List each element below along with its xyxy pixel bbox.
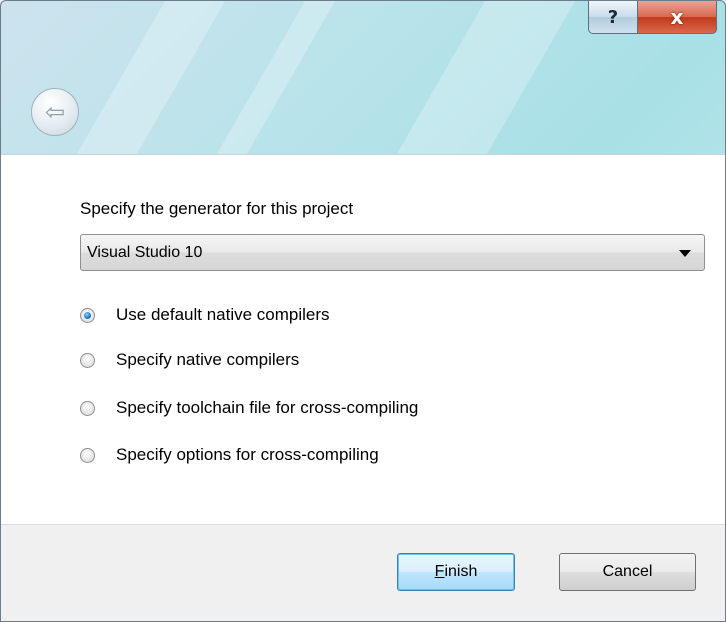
radio-button-checked[interactable] — [80, 307, 95, 323]
caption-glass-streak — [76, 1, 226, 154]
dropdown-arrow-icon — [679, 250, 691, 257]
caption-glass-streak — [216, 1, 336, 154]
generator-selected-value: Visual Studio 10 — [87, 244, 203, 261]
back-arrow-icon: ⇦ — [44, 98, 66, 126]
cancel-button[interactable]: Cancel — [559, 553, 696, 591]
finish-button[interactable]: Finish — [397, 553, 515, 591]
radio-label: Specify toolchain file for cross-compili… — [116, 398, 419, 417]
radio-label: Use default native compilers — [116, 305, 330, 324]
back-button[interactable]: ⇦ — [31, 88, 79, 136]
button-bar: Finish Cancel — [1, 524, 725, 621]
finish-button-label: Finish — [434, 563, 478, 580]
radio-button[interactable] — [80, 352, 95, 368]
radio-option-toolchain-file[interactable]: Specify toolchain file for cross-compili… — [80, 398, 418, 418]
radio-option-cross-compiling[interactable]: Specify options for cross-compiling — [80, 445, 379, 465]
dialog-window: ? x ⇦ Specify the generator for this pro… — [0, 0, 726, 622]
radio-button[interactable] — [80, 400, 95, 416]
radio-label: Specify native compilers — [116, 350, 300, 369]
radio-label: Specify options for cross-compiling — [116, 445, 379, 464]
wizard-page-content: Specify the generator for this project V… — [1, 154, 725, 525]
generator-prompt-label: Specify the generator for this project — [80, 199, 354, 218]
close-button[interactable]: x — [638, 1, 717, 34]
radio-option-native-compilers[interactable]: Specify native compilers — [80, 350, 299, 370]
caption-glass-streak — [396, 1, 576, 154]
help-button[interactable]: ? — [588, 1, 638, 34]
title-bar-buttons: ? x — [588, 1, 717, 34]
radio-option-default-compilers[interactable]: Use default native compilers — [80, 305, 330, 325]
cancel-button-label: Cancel — [602, 563, 653, 580]
close-icon: x — [670, 5, 684, 29]
help-icon: ? — [607, 6, 619, 28]
generator-dropdown[interactable]: Visual Studio 10 — [80, 234, 705, 271]
radio-button[interactable] — [80, 447, 95, 463]
